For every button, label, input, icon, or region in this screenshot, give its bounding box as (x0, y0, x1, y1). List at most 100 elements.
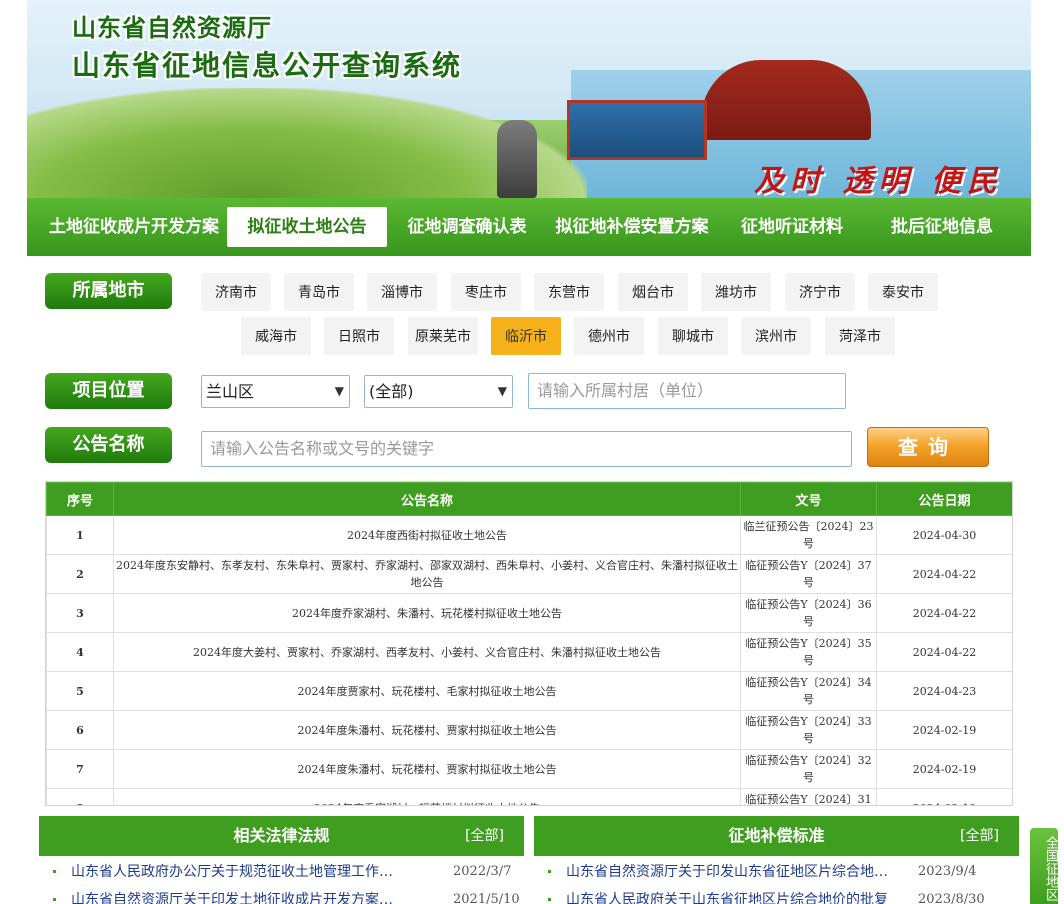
row-name[interactable]: 2024年度乔家湖村、玩花楼村拟征收土地公告 (113, 788, 741, 805)
results-table: 序号 公告名称 文号 公告日期 1 2024年度西街村拟征收土地公告 临兰征预公… (45, 481, 1013, 806)
tab-post-approval[interactable]: 批后征地信息 (867, 207, 1017, 247)
banner-statue (497, 120, 537, 198)
town-select[interactable]: (全部) ▼ (364, 375, 513, 408)
compensation-panel-title: 征地补偿标准 (728, 826, 825, 845)
list-item[interactable]: 山东省人民政府关于山东省征地区片综合地价的批复 2023/8/30 (534, 886, 1019, 904)
table-row[interactable]: 2 2024年度东安静村、东孝友村、东朱阜村、贾家村、乔家湖村、邵家双湖村、西朱… (46, 554, 1012, 594)
tab-hearing-materials[interactable]: 征地听证材料 (717, 207, 867, 247)
tab-compensation-plan[interactable]: 拟征地补偿安置方案 (547, 207, 717, 247)
list-item-title[interactable]: 山东省人民政府关于山东省征地区片综合地价的批复 (566, 886, 891, 904)
row-name[interactable]: 2024年度朱潘村、玩花楼村、贾家村拟征收土地公告 (113, 749, 741, 789)
row-name[interactable]: 2024年度西街村拟征收土地公告 (113, 515, 741, 555)
compensation-panel-header: 征地补偿标准 [全部] (534, 816, 1019, 856)
row-date: 2024-04-23 (876, 671, 1012, 711)
row-name[interactable]: 2024年度东安静村、东孝友村、东朱阜村、贾家村、乔家湖村、邵家双湖村、西朱阜村… (113, 554, 741, 594)
row-name[interactable]: 2024年度大姜村、贾家村、乔家湖村、西孝友村、小姜村、义合官庄村、朱潘村拟征收… (113, 632, 741, 672)
row-date: 2024-04-30 (876, 515, 1012, 555)
bullet-icon (548, 870, 551, 873)
row-doc: 临征预公告Y〔2024〕33号 (740, 710, 877, 750)
list-item[interactable]: 山东省自然资源厅关于印发山东省征地区片综合地价的通知 2023/9/4 (534, 858, 1019, 886)
list-item-date: 2022/3/7 (453, 864, 512, 879)
bullet-icon (53, 898, 56, 901)
row-no: 1 (46, 515, 114, 555)
row-no: 4 (46, 632, 114, 672)
table-row[interactable]: 8 2024年度乔家湖村、玩花楼村拟征收土地公告 临征预公告Y〔2024〕31号… (46, 788, 1012, 805)
row-name[interactable]: 2024年度贾家村、玩花楼村、毛家村拟征收土地公告 (113, 671, 741, 711)
table-row[interactable]: 6 2024年度朱潘村、玩花楼村、贾家村拟征收土地公告 临征预公告Y〔2024〕… (46, 710, 1012, 750)
row-doc: 临征预公告Y〔2024〕34号 (740, 671, 877, 711)
city-option[interactable]: 青岛市 (284, 273, 354, 311)
banner-gate (567, 100, 707, 160)
list-item-date: 2021/5/10 (453, 892, 520, 904)
header-doc: 文号 (740, 482, 877, 516)
table-row[interactable]: 5 2024年度贾家村、玩花楼村、毛家村拟征收土地公告 临征预公告Y〔2024〕… (46, 671, 1012, 711)
main-nav: 土地征收成片开发方案 拟征收土地公告 征地调查确认表 拟征地补偿安置方案 征地听… (27, 198, 1031, 256)
list-item-title[interactable]: 山东省自然资源厅关于印发山东省征地区片综合地价的通知 (566, 858, 891, 886)
row-date: 2024-02-19 (876, 749, 1012, 789)
row-date: 2024-04-22 (876, 632, 1012, 672)
laws-panel-title: 相关法律法规 (233, 826, 330, 845)
laws-more-link[interactable]: [全部] (465, 816, 504, 856)
row-doc: 临征预公告Y〔2024〕31号 (740, 788, 877, 805)
city-option[interactable]: 日照市 (324, 317, 394, 355)
header-no: 序号 (46, 482, 114, 516)
town-value: (全部) (369, 382, 414, 401)
chevron-down-icon: ▼ (334, 384, 344, 398)
query-button[interactable]: 查询 (867, 427, 989, 467)
compensation-panel: 征地补偿标准 [全部] 山东省自然资源厅关于印发山东省征地区片综合地价的通知 2… (534, 816, 1019, 904)
city-option[interactable]: 济南市 (201, 273, 271, 311)
banner-temple (701, 60, 871, 140)
district-select[interactable]: 兰山区 ▼ (201, 375, 350, 408)
row-no: 7 (46, 749, 114, 789)
city-option[interactable]: 烟台市 (618, 273, 688, 311)
header-name: 公告名称 (113, 482, 741, 516)
row-name[interactable]: 2024年度乔家湖村、朱潘村、玩花楼村拟征收土地公告 (113, 593, 741, 633)
table-row[interactable]: 7 2024年度朱潘村、玩花楼村、贾家村拟征收土地公告 临征预公告Y〔2024〕… (46, 749, 1012, 789)
city-option[interactable]: 潍坊市 (701, 273, 771, 311)
row-no: 6 (46, 710, 114, 750)
list-item-title[interactable]: 山东省人民政府办公厅关于规范征收土地管理工作的通知 (71, 858, 396, 886)
city-option-selected[interactable]: 临沂市 (491, 317, 561, 355)
national-expropriation-tab[interactable]: 全国征地区 (1030, 828, 1058, 904)
list-item-title[interactable]: 山东省自然资源厅关于印发土地征收成片开发方案编制指南的通知 (71, 886, 396, 904)
table-row[interactable]: 3 2024年度乔家湖村、朱潘村、玩花楼村拟征收土地公告 临征预公告Y〔2024… (46, 593, 1012, 633)
district-value: 兰山区 (206, 382, 255, 401)
row-doc: 临兰征预公告〔2024〕23号 (740, 515, 877, 555)
row-doc: 临征预公告Y〔2024〕36号 (740, 593, 877, 633)
laws-panel-header: 相关法律法规 [全部] (39, 816, 524, 856)
city-option[interactable]: 聊城市 (658, 317, 728, 355)
org-title: 山东省自然资源厅 (72, 14, 272, 42)
city-option[interactable]: 泰安市 (868, 273, 938, 311)
row-name[interactable]: 2024年度朱潘村、玩花楼村、贾家村拟征收土地公告 (113, 710, 741, 750)
header-date: 公告日期 (876, 482, 1012, 516)
city-option[interactable]: 威海市 (241, 317, 311, 355)
table-row[interactable]: 4 2024年度大姜村、贾家村、乔家湖村、西孝友村、小姜村、义合官庄村、朱潘村拟… (46, 632, 1012, 672)
village-input[interactable]: 请输入所属村居（单位） (528, 373, 846, 409)
city-option[interactable]: 德州市 (574, 317, 644, 355)
tab-development-plan[interactable]: 土地征收成片开发方案 (41, 207, 227, 247)
city-option[interactable]: 原莱芜市 (408, 317, 478, 355)
row-no: 2 (46, 554, 114, 594)
tab-survey-confirmation[interactable]: 征地调查确认表 (387, 207, 547, 247)
list-item[interactable]: 山东省自然资源厅关于印发土地征收成片开发方案编制指南的通知 2021/5/10 (39, 886, 524, 904)
compensation-more-link[interactable]: [全部] (960, 816, 999, 856)
system-title: 山东省征地信息公开查询系统 (72, 49, 463, 82)
list-item[interactable]: 山东省人民政府办公厅关于规范征收土地管理工作的通知 2022/3/7 (39, 858, 524, 886)
table-row[interactable]: 1 2024年度西街村拟征收土地公告 临兰征预公告〔2024〕23号 2024-… (46, 515, 1012, 555)
row-date: 2024-04-22 (876, 554, 1012, 594)
row-date: 2024-02-19 (876, 710, 1012, 750)
city-option[interactable]: 滨州市 (741, 317, 811, 355)
row-date: 2024-02-19 (876, 788, 1012, 805)
list-item-date: 2023/8/30 (918, 892, 985, 904)
city-option[interactable]: 济宁市 (785, 273, 855, 311)
city-option[interactable]: 菏泽市 (825, 317, 895, 355)
row-no: 8 (46, 788, 114, 805)
tab-expropriation-notice[interactable]: 拟征收土地公告 (227, 207, 387, 247)
city-option[interactable]: 东营市 (534, 273, 604, 311)
laws-panel: 相关法律法规 [全部] 山东省人民政府办公厅关于规范征收土地管理工作的通知 20… (39, 816, 524, 904)
notice-search-input[interactable]: 请输入公告名称或文号的关键字 (201, 431, 852, 467)
location-label: 项目位置 (45, 373, 172, 409)
row-doc: 临征预公告Y〔2024〕35号 (740, 632, 877, 672)
city-option[interactable]: 淄博市 (367, 273, 437, 311)
city-option[interactable]: 枣庄市 (451, 273, 521, 311)
